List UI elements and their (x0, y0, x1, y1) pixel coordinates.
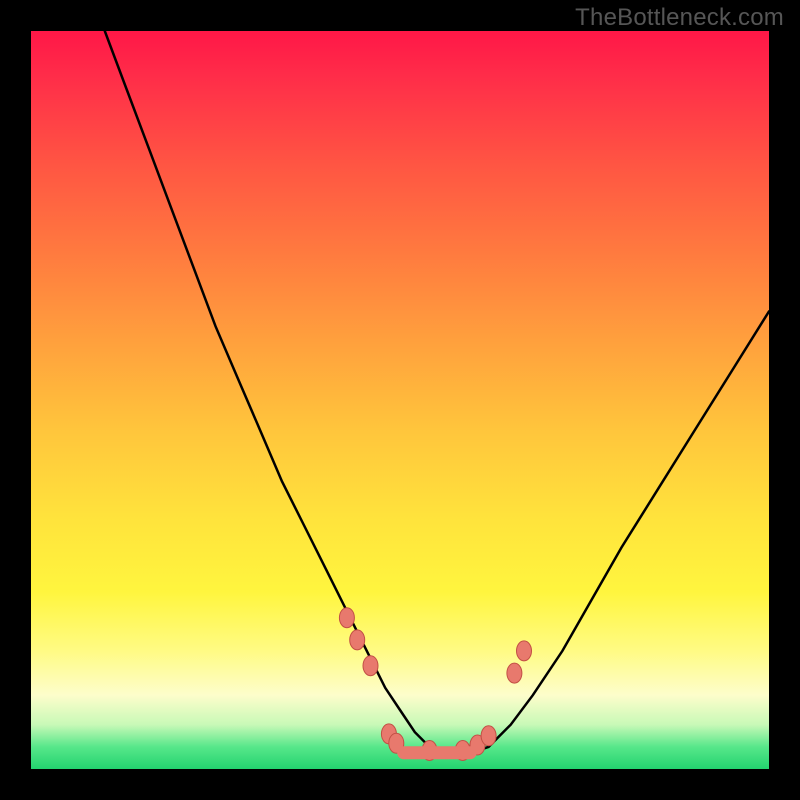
curve-marker (363, 656, 378, 676)
chart-svg (31, 31, 769, 769)
bottleneck-curve (105, 31, 769, 754)
curve-marker (517, 641, 532, 661)
curve-marker (339, 608, 354, 628)
watermark-text: TheBottleneck.com (575, 4, 784, 32)
curve-markers (339, 608, 531, 761)
curve-marker (350, 630, 365, 650)
plot-area (31, 31, 769, 769)
chart-frame: TheBottleneck.com (0, 0, 800, 800)
curve-marker (481, 726, 496, 746)
curve-marker (507, 663, 522, 683)
